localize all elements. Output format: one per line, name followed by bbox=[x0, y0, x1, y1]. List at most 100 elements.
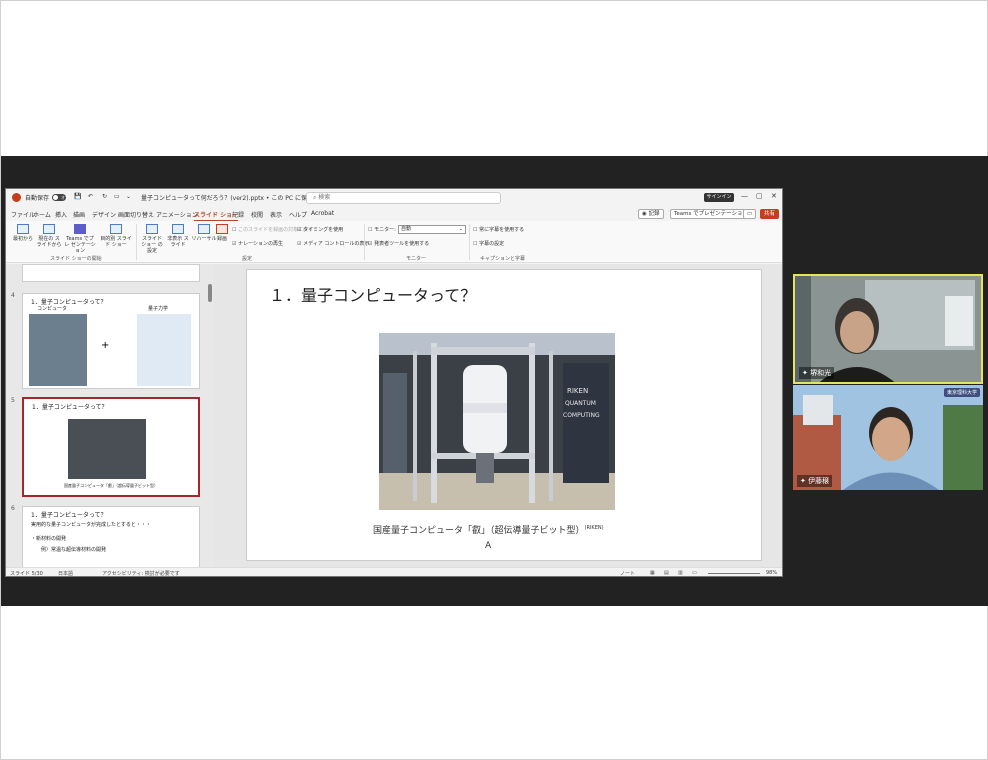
svg-text:COMPUTING: COMPUTING bbox=[563, 412, 600, 419]
presenter-view-checkbox[interactable]: 発表者ツールを使用する bbox=[368, 240, 429, 247]
thumbnail-slide-6[interactable]: 1．量子コンピュータって？ 実用的な量子コンピュータが完成したとすると・・・ ・… bbox=[22, 506, 200, 567]
thumbnail-quantum-image bbox=[137, 314, 191, 386]
reading-view-icon[interactable]: ▥ bbox=[678, 570, 683, 576]
tab-help[interactable]: ヘルプ bbox=[289, 210, 307, 219]
thumbnail-line: ・新材料の開発 bbox=[31, 536, 67, 542]
monitor-select[interactable]: 自動 ⌄ bbox=[398, 225, 466, 234]
teams-present-button[interactable]: Teams でプレゼンテーション bbox=[670, 209, 753, 219]
svg-text:QUANTUM: QUANTUM bbox=[565, 400, 596, 407]
always-subtitles-checkbox[interactable]: 常に字幕を使用する bbox=[473, 226, 524, 233]
caption-source: (RIKEN) bbox=[584, 525, 604, 531]
tab-file[interactable]: ファイル bbox=[11, 210, 35, 219]
hide-slide-button[interactable]: 非表示 スライド bbox=[165, 224, 191, 248]
tab-record[interactable]: 記録 bbox=[232, 210, 244, 219]
tab-view[interactable]: 表示 bbox=[270, 210, 282, 219]
participant-name: ✦ 堺和光 bbox=[799, 367, 835, 379]
slide-title[interactable]: １．量子コンピュータって？ bbox=[269, 282, 476, 306]
from-beginning-button[interactable]: 最初から bbox=[10, 224, 36, 242]
undo-icon[interactable]: ↶ bbox=[88, 193, 93, 200]
comments-icon[interactable]: ▭ bbox=[743, 209, 757, 219]
more-qat-icon[interactable]: ⌄ bbox=[126, 193, 131, 200]
current-slide[interactable]: １．量子コンピュータって？ RIKEN QUANTUM COMPUTING 国産… bbox=[246, 269, 762, 561]
quantum-computer-illustration: RIKEN QUANTUM COMPUTING bbox=[379, 333, 615, 510]
accessibility-status[interactable]: アクセシビリティ: 検討が必要です bbox=[102, 570, 180, 576]
participant-tile-1[interactable]: ✦ 堺和光 bbox=[793, 274, 983, 384]
subtitle-settings-button[interactable]: 字幕の設定 bbox=[473, 240, 504, 247]
document-title: 量子コンピュータって何だろう？(ver2).pptx • この PC に保存済み bbox=[141, 195, 325, 202]
thumbnail-left-label: コンピュータ bbox=[37, 306, 68, 312]
thumbnail-computer-image bbox=[29, 314, 87, 386]
record-button[interactable]: ◉ 記録 bbox=[638, 209, 664, 219]
thumbnail-pane[interactable]: 4 1．量子コンピュータって？ コンピュータ 量子力学 + 5 1．量子コンピュ… bbox=[6, 264, 214, 567]
maximize-icon[interactable]: ▢ bbox=[756, 192, 763, 200]
zoom-slider[interactable] bbox=[708, 573, 760, 574]
thumbnail-slide-3[interactable] bbox=[22, 264, 200, 282]
thumbnail-line: 例）常温な超伝導材料の開発 bbox=[41, 547, 107, 553]
thumbnail-line: 実用的な量子コンピュータが完成したとすると・・・ bbox=[31, 522, 151, 528]
thumbnail-title: 1．量子コンピュータって？ bbox=[31, 512, 107, 519]
signin-button[interactable]: サインイン bbox=[704, 193, 734, 202]
save-icon[interactable]: 💾 bbox=[74, 193, 81, 200]
screenshot-frame: 自動保存 オフ 💾 ↶ ↻ ▭ ⌄ 量子コンピュータって何だろう？(ver2).… bbox=[0, 0, 988, 760]
slide-caption[interactable]: 国産量子コンピュータ「叡」（超伝導量子ビット型）(RIKEN) bbox=[373, 523, 604, 536]
language-status[interactable]: 日本語 bbox=[58, 570, 73, 576]
tab-home[interactable]: ホーム bbox=[33, 210, 51, 219]
teams-ribbon-button[interactable]: Teams でプレ ゼンテーション bbox=[64, 224, 96, 254]
normal-view-icon[interactable]: ▦ bbox=[650, 570, 655, 576]
thumbnail-scrollbar[interactable] bbox=[208, 284, 212, 302]
thumbnail-caption: 国産量子コンピュータ「叡」（超伝導量子ビット型） bbox=[64, 483, 158, 488]
record-ribbon-button[interactable]: 録画 bbox=[213, 224, 231, 242]
timing-checkbox[interactable]: タイミングを使用 bbox=[297, 226, 343, 233]
title-bar: 自動保存 オフ 💾 ↶ ↻ ▭ ⌄ 量子コンピュータって何だろう？(ver2).… bbox=[6, 189, 782, 207]
slideshow-qat-icon[interactable]: ▭ bbox=[114, 193, 120, 200]
thumbnail-title: 1．量子コンピュータって？ bbox=[32, 404, 108, 411]
ribbon: 最初から 現在の スライドから Teams でプレ ゼンテーション 目的別 スラ… bbox=[6, 221, 782, 263]
tab-insert[interactable]: 挿入 bbox=[55, 210, 67, 219]
powerpoint-window: 自動保存 オフ 💾 ↶ ↻ ▭ ⌄ 量子コンピュータって何だろう？(ver2).… bbox=[5, 188, 783, 577]
setup-show-button[interactable]: スライド ショー の設定 bbox=[139, 224, 165, 254]
group-caption: キャプションと字幕 bbox=[480, 256, 526, 262]
narration-checkbox[interactable]: ナレーションの再生 bbox=[232, 240, 283, 247]
autosave-label: 自動保存 bbox=[25, 195, 50, 202]
tab-design[interactable]: デザイン bbox=[92, 210, 116, 219]
rehearse-icon bbox=[198, 224, 210, 234]
notes-button[interactable]: ノート bbox=[620, 570, 635, 576]
powerpoint-logo-icon bbox=[12, 193, 21, 202]
minimize-icon[interactable]: — bbox=[741, 192, 748, 200]
ribbon-tabs: ファイル ホーム 挿入 描画 デザイン 画面切り替え アニメーション スライド … bbox=[6, 208, 782, 222]
slide-counter: スライド 5/30 bbox=[10, 571, 43, 577]
tab-animations[interactable]: アニメーション bbox=[156, 210, 198, 219]
tab-transitions[interactable]: 画面切り替え bbox=[118, 210, 154, 219]
custom-show-button[interactable]: 目的別 スライド ショー bbox=[100, 224, 132, 248]
media-checkbox[interactable]: メディア コントロールの表示 bbox=[297, 240, 369, 247]
group-monitor: モニター bbox=[406, 256, 427, 262]
organization-badge: 東京理科大学 bbox=[943, 388, 980, 397]
teams-icon bbox=[74, 224, 86, 234]
redo-icon[interactable]: ↻ bbox=[102, 193, 107, 200]
zoom-level[interactable]: 98% bbox=[766, 570, 777, 576]
slide-editor: １．量子コンピュータって？ RIKEN QUANTUM COMPUTING 国産… bbox=[214, 264, 782, 567]
tab-draw[interactable]: 描画 bbox=[73, 210, 85, 219]
play-icon bbox=[17, 224, 29, 234]
record-video-icon bbox=[216, 224, 228, 234]
tab-acrobat[interactable]: Acrobat bbox=[311, 210, 334, 217]
separator bbox=[469, 224, 470, 260]
slide-caption-extra[interactable]: A bbox=[485, 541, 491, 551]
thumbnail-slide-4[interactable]: 1．量子コンピュータって？ コンピュータ 量子力学 + bbox=[22, 293, 200, 389]
close-icon[interactable]: ✕ bbox=[771, 192, 777, 200]
slideshow-view-icon[interactable]: ▭ bbox=[692, 570, 697, 576]
slide-sorter-icon[interactable]: ▤ bbox=[664, 570, 669, 576]
presenter-icon: ✦ bbox=[800, 477, 809, 485]
quantum-computer-photo[interactable]: RIKEN QUANTUM COMPUTING bbox=[379, 333, 615, 510]
tab-review[interactable]: 校閲 bbox=[251, 210, 263, 219]
group-start: スライド ショーの開始 bbox=[50, 256, 102, 262]
setup-icon bbox=[146, 224, 158, 234]
thumbnail-number: 4 bbox=[11, 292, 15, 299]
search-input[interactable]: ⌕ 検索 bbox=[306, 192, 501, 204]
share-button[interactable]: 共有 bbox=[760, 209, 780, 219]
status-bar: スライド 5/30 日本語 アクセシビリティ: 検討が必要です ノート ▦ ▤ … bbox=[6, 567, 782, 577]
thumbnail-right-label: 量子力学 bbox=[148, 306, 169, 312]
participant-tile-2[interactable]: 東京理科大学 ✦ 伊藤穣 bbox=[793, 385, 983, 490]
from-current-button[interactable]: 現在の スライドから bbox=[36, 224, 62, 248]
thumbnail-slide-5[interactable]: 1．量子コンピュータって？ 国産量子コンピュータ「叡」（超伝導量子ビット型） bbox=[22, 397, 200, 497]
